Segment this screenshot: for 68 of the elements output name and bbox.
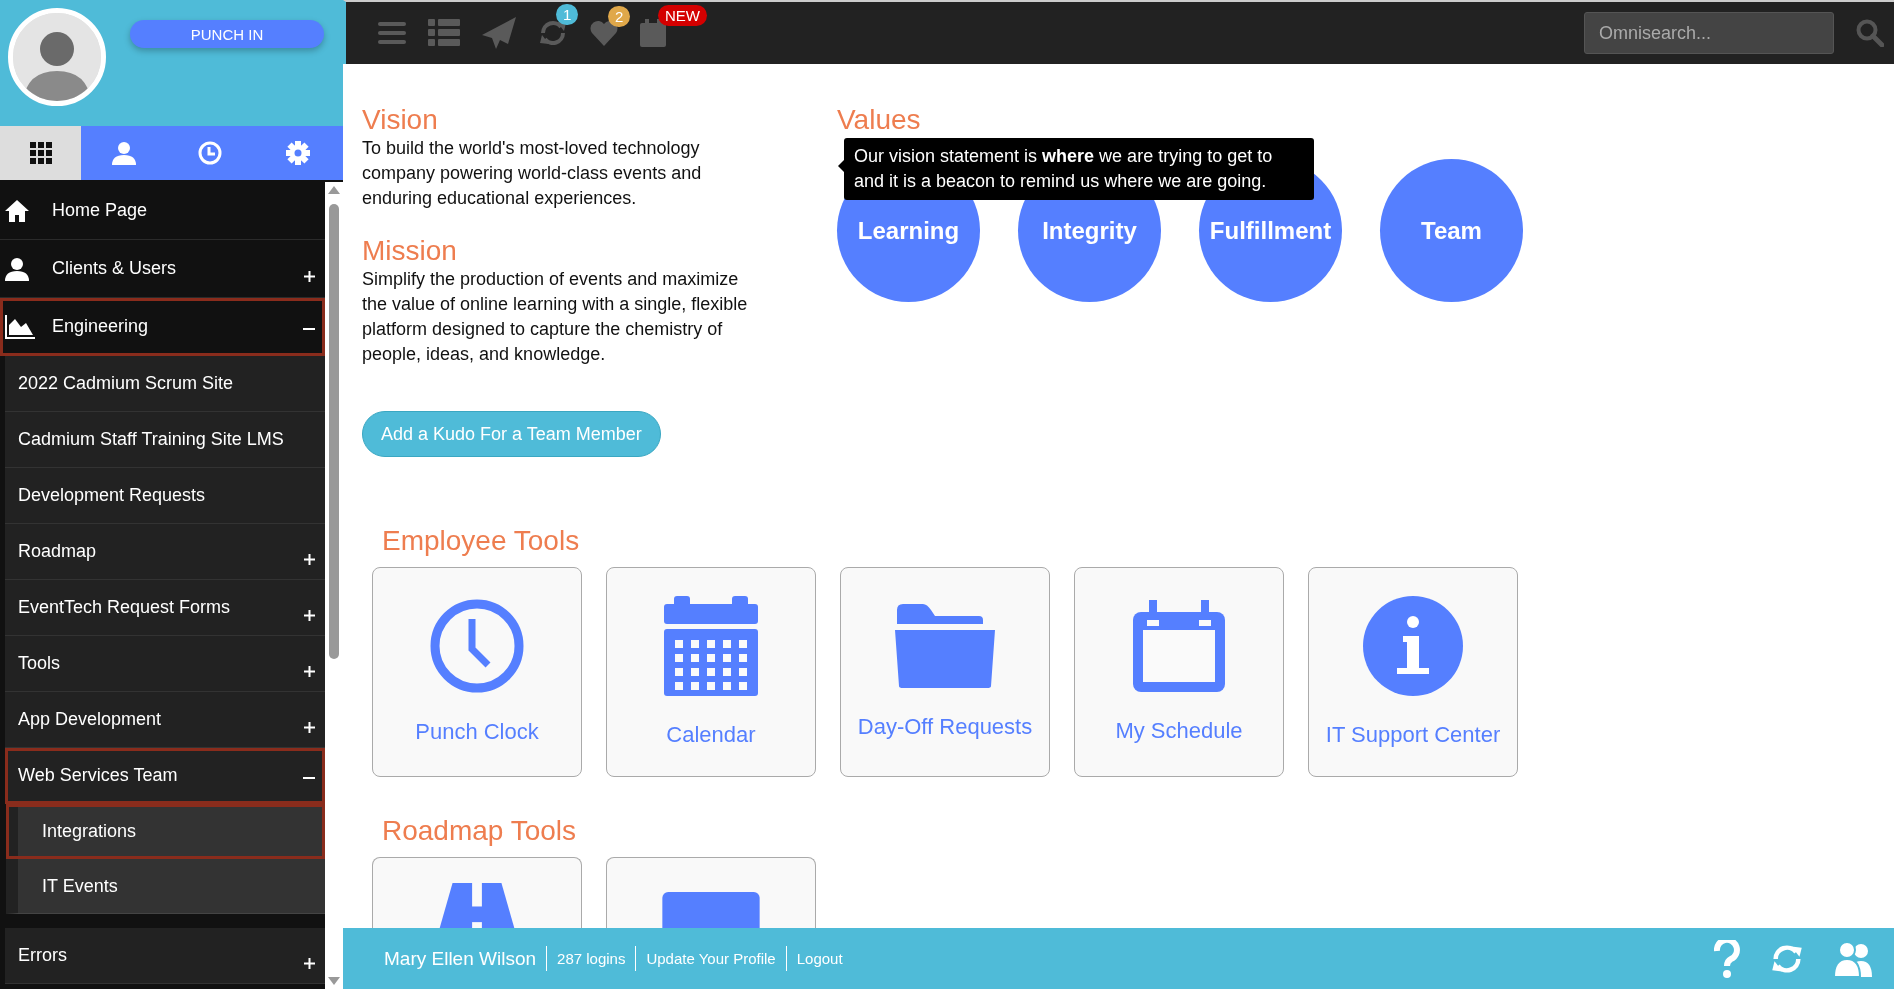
nav-item[interactable]: 2022 Cadmium Scrum Site <box>5 356 325 412</box>
calendar-icon <box>1133 600 1225 692</box>
user-icon <box>112 141 136 165</box>
mission-text: Simplify the production of events and maximize the value of online learning with a single, flexible platform designed to capture the chemistry of people, ideas, and knowledge. <box>362 268 749 366</box>
grid-icon <box>29 142 52 164</box>
area-chart-icon <box>5 314 35 339</box>
section-heading: Roadmap Tools <box>381 815 578 847</box>
expand-icon[interactable] <box>304 609 315 621</box>
nav-item[interactable]: Tools <box>5 636 325 692</box>
section-heading: Employee Tools <box>381 525 581 557</box>
users-icon[interactable] <box>1834 940 1874 977</box>
section-heading: Mission <box>362 235 458 267</box>
nav-item[interactable]: IT Events <box>6 859 325 914</box>
scroll-down-icon[interactable] <box>328 977 340 985</box>
vision-text: To build the world's most-loved technology company powering world-class events and enduring educational experiences. <box>362 137 703 210</box>
tool-card[interactable] <box>372 857 582 928</box>
card-label: Day-Off Requests <box>857 714 1033 740</box>
nav-item[interactable]: Roadmap <box>5 524 325 580</box>
nav-item[interactable]: App Development <box>5 692 325 748</box>
login-count: 287 logins <box>546 946 636 971</box>
expand-icon[interactable] <box>304 270 315 282</box>
nav-item[interactable]: Integrations <box>6 804 325 859</box>
nav-item[interactable]: EventTech Request Forms <box>5 580 325 636</box>
punch-in-button[interactable]: PUNCH IN <box>130 20 324 48</box>
heart-icon[interactable] <box>590 20 618 46</box>
menu-icon[interactable] <box>378 21 406 45</box>
list-icon[interactable] <box>428 19 460 47</box>
clock-icon <box>430 599 524 693</box>
nav-item[interactable]: Cadmium Staff Training Site LMS <box>5 412 325 468</box>
tooltip: Our vision statement is where we are trying to get to and it is a beacon to remind us where we are going. <box>844 138 1314 200</box>
section-heading: Vision <box>362 104 439 136</box>
help-icon[interactable] <box>1714 939 1740 978</box>
notification-badge: NEW <box>658 5 707 26</box>
settings-icon <box>286 141 310 165</box>
search-field[interactable]: Omnisearch... <box>1584 12 1834 54</box>
scroll-up-icon[interactable] <box>328 186 340 194</box>
info-icon <box>1363 596 1463 696</box>
card-label: IT Support Center <box>1325 722 1501 748</box>
folder-icon <box>895 604 995 688</box>
tooltip-pointer <box>838 160 844 172</box>
notification-badge: 2 <box>608 6 631 27</box>
card-label: Punch Clock <box>415 719 539 745</box>
nav-item[interactable]: Errors <box>5 928 325 984</box>
search-icon[interactable] <box>1856 19 1884 47</box>
calendar-icon[interactable] <box>640 19 666 47</box>
card-label: Calendar <box>666 722 756 748</box>
expand-icon[interactable] <box>304 553 315 565</box>
expand-icon[interactable] <box>304 665 315 677</box>
scrollbar[interactable] <box>325 182 343 989</box>
screen-icon <box>661 892 761 928</box>
expand-icon[interactable] <box>304 957 315 969</box>
section-heading: Values <box>837 104 922 136</box>
sidebar-tab[interactable] <box>0 126 81 180</box>
notification-badge: 1 <box>556 4 579 25</box>
nav-item[interactable]: Development Requests <box>5 468 325 524</box>
clock-icon <box>198 141 222 165</box>
paper-plane-icon[interactable] <box>482 17 516 49</box>
nav-item[interactable]: Web Services Team <box>5 748 325 804</box>
user-icon <box>5 256 29 281</box>
card-label: My Schedule <box>1115 718 1243 744</box>
user-name: Mary Ellen Wilson <box>384 946 538 971</box>
nav-item[interactable]: Engineering <box>0 298 325 356</box>
value-circle: Team <box>1380 159 1523 302</box>
home-icon <box>5 199 29 222</box>
sync-icon[interactable] <box>538 18 568 48</box>
tool-card[interactable] <box>606 857 816 928</box>
calendar-icon <box>664 596 758 696</box>
expand-icon[interactable] <box>304 721 315 733</box>
